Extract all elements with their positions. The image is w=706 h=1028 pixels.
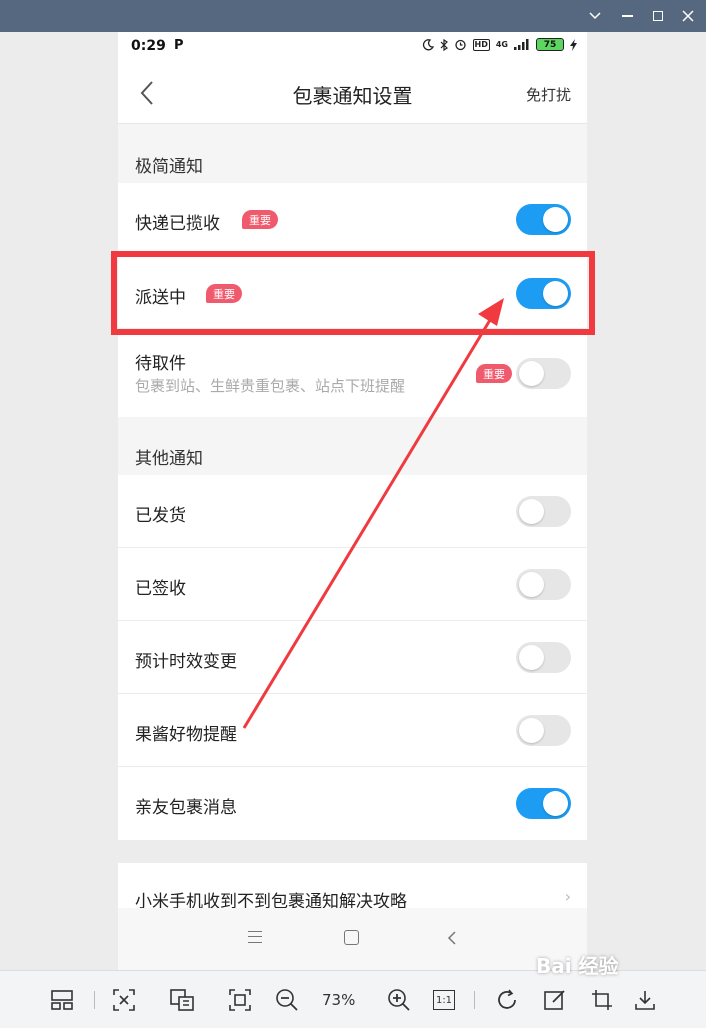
network-type: 4G — [495, 40, 508, 49]
home-icon[interactable] — [344, 930, 359, 945]
setting-label: 已发货 — [135, 506, 186, 526]
toggle-knob — [543, 207, 568, 232]
setting-row-picked-up: 快递已揽收 重要 — [118, 183, 587, 256]
actual-size-button[interactable]: 1:1 — [431, 987, 457, 1013]
status-icons: HD 4G 75 — [422, 38, 577, 51]
setting-label: 待取件 — [135, 354, 186, 374]
thumbnails-icon — [51, 990, 73, 1010]
toggle-switch[interactable] — [516, 358, 571, 389]
ocr-icon — [170, 989, 194, 1011]
section-gap — [118, 840, 587, 863]
zoom-out-icon — [276, 989, 298, 1011]
toolbar-separator — [94, 991, 95, 1009]
back-icon[interactable] — [446, 930, 458, 946]
toggle-knob — [519, 499, 544, 524]
toggle-switch[interactable] — [516, 204, 571, 235]
minimize-button[interactable] — [612, 0, 642, 32]
chevron-down-icon[interactable] — [580, 0, 610, 32]
toggle-knob — [519, 718, 544, 743]
zoom-in-button[interactable] — [386, 987, 412, 1013]
minimize-icon — [621, 15, 633, 17]
viewer-titlebar — [0, 0, 706, 32]
setting-label: 预计时效变更 — [135, 652, 237, 672]
toggle-switch[interactable] — [516, 569, 571, 600]
setting-label: 亲友包裹消息 — [135, 798, 237, 818]
close-button[interactable] — [673, 0, 703, 32]
toggle-knob — [543, 791, 568, 816]
charging-icon — [570, 38, 577, 51]
signal-icon — [514, 39, 529, 50]
fit-screen-icon — [113, 989, 135, 1011]
important-badge: 重要 — [242, 210, 278, 229]
zoom-level: 73% — [322, 991, 356, 1009]
watermark: Bai 经验 — [536, 954, 619, 978]
setting-subtitle: 包裹到站、生鲜贵重包裹、站点下班提醒 — [135, 377, 406, 395]
actual-size-icon: 1:1 — [433, 990, 455, 1010]
toolbar-separator — [474, 991, 475, 1009]
close-icon — [682, 10, 694, 22]
toggle-knob — [519, 361, 544, 386]
alarm-icon — [454, 39, 466, 51]
toggle-switch[interactable] — [516, 642, 571, 673]
setting-row-shipped: 已发货 — [118, 475, 587, 548]
setting-row-family-parcels: 亲友包裹消息 — [118, 767, 587, 840]
download-button[interactable] — [632, 987, 658, 1013]
toggle-switch[interactable] — [516, 715, 571, 746]
fullscreen-icon — [229, 989, 251, 1011]
edit-button[interactable] — [542, 987, 568, 1013]
status-bar: 0:29 P HD 4G 75 — [118, 32, 587, 62]
toggle-switch[interactable] — [516, 788, 571, 819]
rotate-icon — [498, 989, 516, 1009]
rotate-button[interactable] — [494, 987, 520, 1013]
setting-row-signed: 已签收 — [118, 548, 587, 621]
ocr-button[interactable] — [169, 987, 195, 1013]
hd-icon: HD — [472, 38, 490, 51]
toggle-knob — [519, 645, 544, 670]
do-not-disturb-button[interactable]: 免打扰 — [526, 84, 571, 105]
thumbnails-button[interactable] — [49, 987, 75, 1013]
maximize-icon — [653, 11, 663, 21]
crop-icon — [592, 990, 612, 1010]
maximize-button[interactable] — [643, 0, 673, 32]
section-header-other: 其他通知 — [135, 449, 203, 469]
setting-row-goods-reminder: 果酱好物提醒 — [118, 694, 587, 767]
zoom-in-icon — [388, 989, 410, 1011]
annotation-highlight-box — [111, 251, 595, 335]
setting-row-eta-change: 预计时效变更 — [118, 621, 587, 694]
section-header-minimal: 极简通知 — [135, 157, 203, 177]
setting-row-pickup: 待取件 包裹到站、生鲜贵重包裹、站点下班提醒 重要 — [118, 329, 587, 417]
status-time: 0:29 — [131, 38, 166, 54]
crop-fullscreen-button[interactable] — [227, 987, 253, 1013]
help-link-row[interactable]: 小米手机收到不到包裹通知解决攻略 › — [118, 863, 587, 913]
download-icon — [635, 991, 655, 1010]
zoom-out-button[interactable] — [274, 987, 300, 1013]
parking-icon: P — [174, 38, 184, 53]
toggle-switch[interactable] — [516, 496, 571, 527]
android-nav-bar — [118, 908, 587, 970]
edit-icon — [544, 990, 565, 1010]
crop-button[interactable] — [589, 987, 615, 1013]
setting-label: 果酱好物提醒 — [135, 725, 237, 745]
setting-label: 已签收 — [135, 579, 186, 599]
setting-label: 快递已揽收 — [135, 214, 220, 234]
toggle-knob — [519, 572, 544, 597]
chevron-right-icon: › — [564, 887, 571, 906]
moon-icon — [422, 38, 434, 50]
bluetooth-icon — [440, 38, 448, 51]
page-title: 包裹通知设置 — [292, 84, 413, 108]
nav-bar: 包裹通知设置 免打扰 — [118, 62, 587, 124]
important-badge: 重要 — [476, 364, 512, 383]
battery-icon: 75 — [536, 38, 564, 51]
fit-screen-button[interactable] — [111, 987, 137, 1013]
phone-screen: 0:29 P HD 4G 75 包裹通知设置 免打扰 极简通知 快递已揽收 重要… — [118, 32, 587, 970]
menu-icon[interactable] — [248, 931, 262, 943]
